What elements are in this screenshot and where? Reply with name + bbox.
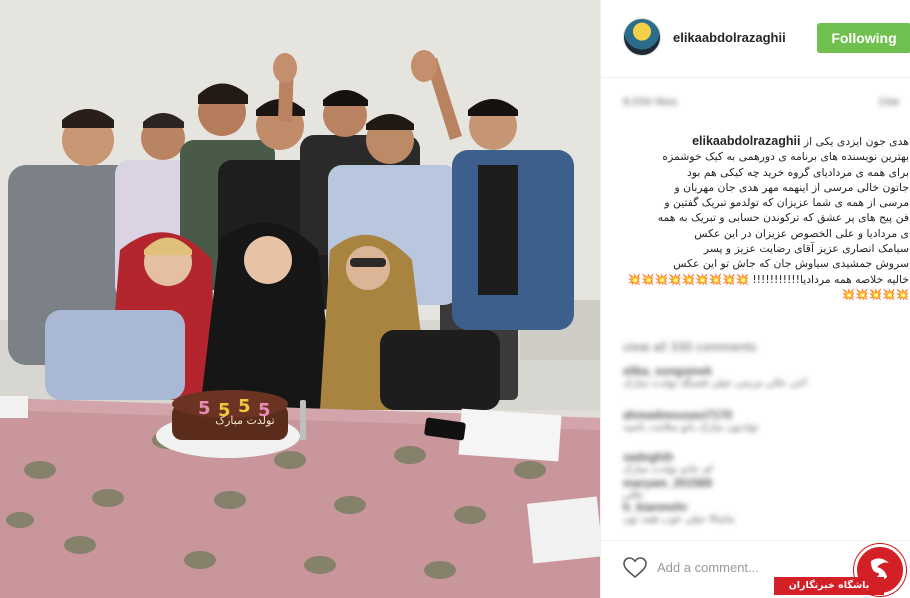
caption-line: ی مردادیا و علی الخصوص عزیزان در این عکس <box>694 226 909 240</box>
candle-digit: 5 <box>258 400 271 421</box>
caption-line: جاتون خالی مرسی از اینهمه مهر هدی جان مه… <box>674 180 909 194</box>
comment-item: sadeghih ای جانم تولدت مبارک <box>623 452 891 476</box>
comment-username[interactable]: elika_songsinek <box>623 366 891 378</box>
comment-username[interactable]: maryam_201569 <box>623 478 891 490</box>
post-time[interactable]: 10w <box>878 97 899 108</box>
comment-item: maryam_201569 عالی <box>623 478 891 502</box>
post-sidebar: elikaabdolrazaghii Following 8,550 likes… <box>600 0 910 598</box>
post-header: elikaabdolrazaghii Following <box>601 0 910 78</box>
following-button[interactable]: Following <box>817 23 910 53</box>
post-caption: هدی جون ایزدی یکی از elikaabdolrazaghii … <box>623 134 909 344</box>
caption-username[interactable]: elikaabdolrazaghii <box>692 134 800 148</box>
caption-line: فن پیج های پر عشق که ترکوندن حسابی و تبر… <box>657 211 909 225</box>
comment-text: ای جانم تولدت مبارک <box>623 464 713 475</box>
likes-count[interactable]: 8,550 likes <box>623 97 677 108</box>
username-link[interactable]: elikaabdolrazaghii <box>673 30 786 45</box>
brand-watermark: باشگاه خبرنگاران <box>774 540 910 598</box>
caption-text: هدی جون ایزدی یکی از <box>803 135 909 148</box>
caption-line: هدی جون ایزدی یکی از elikaabdolrazaghii <box>623 134 909 149</box>
post-photo[interactable]: تولدت مبارک 5 5 5 5 <box>0 0 600 598</box>
candle-digit: 5 <box>198 398 211 419</box>
view-all-comments-link[interactable]: view all 330 comments <box>623 340 756 354</box>
caption-line: سیامک انصاری عزیز آقای رضایت عزیز و پسر <box>703 242 909 256</box>
heart-icon[interactable] <box>623 557 647 579</box>
birthday-cake: تولدت مبارک 5 5 5 5 <box>156 390 300 458</box>
post-stats: 8,550 likes 10w <box>623 97 910 113</box>
comment-text: آخی عالی مرسی خیلی قشنگه تولدت مبارک <box>623 378 807 389</box>
candle-digit: 5 <box>218 400 231 421</box>
brand-label: باشگاه خبرنگاران <box>774 577 884 595</box>
candle-digit: 5 <box>238 396 251 417</box>
comment-username[interactable]: h_kianmehr <box>623 502 891 514</box>
group-photo-illustration: تولدت مبارک 5 5 5 5 <box>0 0 600 598</box>
avatar[interactable] <box>623 18 661 56</box>
comment-username[interactable]: sadeghih <box>623 452 891 464</box>
caption-line: مرسی از همه ی شما عزیزان که تولدمو تبریک… <box>664 196 909 210</box>
comment-text: تولدتون مبارک بانو سلامت باشید <box>623 422 759 433</box>
caption-line: سروش جمشیدی سیاوش جان که جاش تو این عکس <box>673 257 909 271</box>
caption-line: بهترین نویسنده های برنامه ی دورهمی به کی… <box>662 150 909 164</box>
comment-item: h_kianmehr ماشالا خیلی خوب همه تون <box>623 502 891 526</box>
caption-line: برای همه ی مردادیای گروه خرید چه کیکی هم… <box>687 165 909 179</box>
comment-item: elika_songsinek آخی عالی مرسی خیلی قشنگه… <box>623 366 891 390</box>
caption-line: خالیه خلاصه همه مردادیا!!!!!!!!!!! 💥💥💥💥💥… <box>627 272 909 301</box>
comment-username[interactable]: ahmadmousavi7170 <box>623 410 891 422</box>
comment-text: عالی <box>623 490 644 501</box>
knife <box>300 400 306 440</box>
comment-item: ahmadmousavi7170 تولدتون مبارک بانو سلام… <box>623 410 891 434</box>
comment-text: ماشالا خیلی خوب همه تون <box>623 514 735 525</box>
